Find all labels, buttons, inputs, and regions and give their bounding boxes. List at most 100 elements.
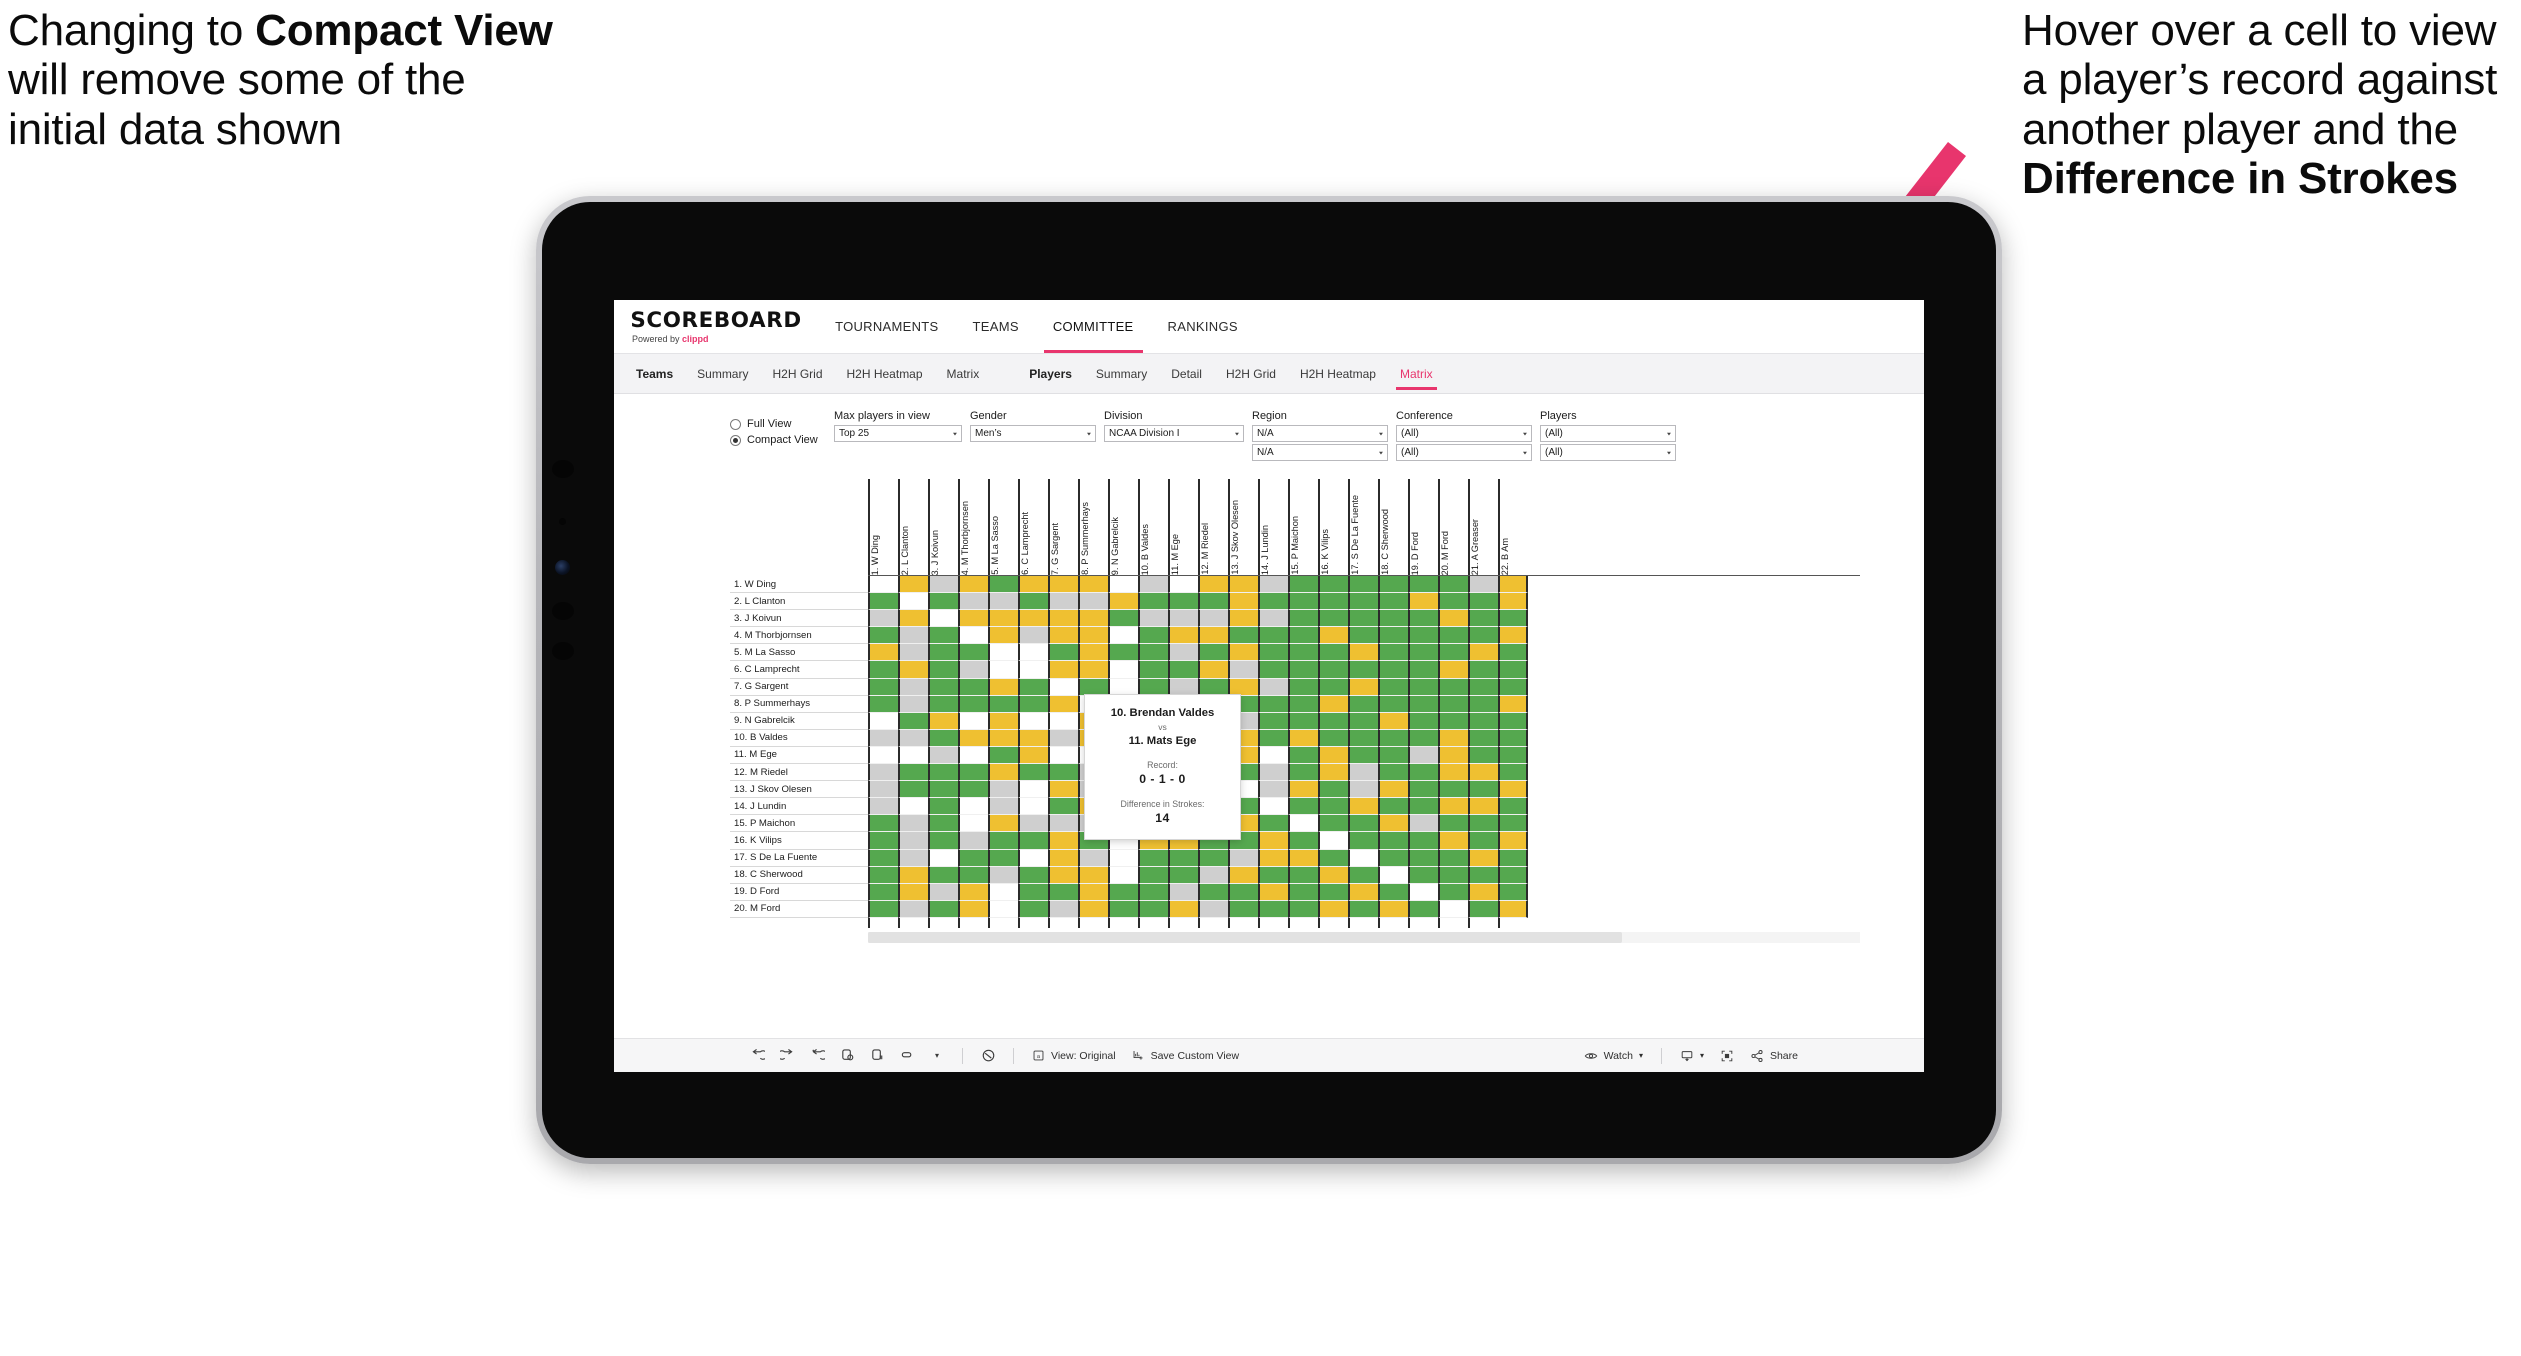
matrix-cell[interactable] — [1318, 661, 1348, 679]
matrix-cell[interactable] — [1258, 678, 1288, 696]
matrix-cell[interactable] — [1348, 815, 1378, 833]
matrix-cell[interactable] — [928, 746, 958, 765]
matrix-cell[interactable] — [1108, 627, 1138, 645]
matrix-cell[interactable] — [1048, 576, 1078, 594]
matrix-cell[interactable] — [868, 866, 898, 884]
matrix-cell[interactable] — [898, 832, 928, 850]
matrix-cell[interactable] — [1078, 849, 1108, 867]
matrix-cell[interactable] — [1438, 849, 1468, 867]
filter-conference-select[interactable]: (All) ▾ — [1396, 425, 1532, 442]
matrix-cell[interactable] — [988, 661, 1018, 679]
matrix-cell[interactable] — [988, 832, 1018, 850]
matrix-cell[interactable] — [1408, 764, 1438, 782]
revert-icon[interactable] — [802, 1039, 832, 1073]
matrix-cell[interactable] — [1048, 900, 1078, 918]
matrix-cell[interactable] — [958, 661, 988, 679]
matrix-cell[interactable] — [1348, 900, 1378, 918]
matrix-cell[interactable] — [1288, 900, 1318, 918]
matrix-cell[interactable] — [1318, 678, 1348, 696]
matrix-cell[interactable] — [1468, 781, 1498, 799]
matrix-cell[interactable] — [1288, 849, 1318, 867]
matrix-cell[interactable] — [1258, 729, 1288, 747]
matrix-cell[interactable] — [1138, 610, 1168, 628]
matrix-cell[interactable] — [1048, 678, 1078, 696]
matrix-cell[interactable] — [1348, 849, 1378, 867]
matrix-cell[interactable] — [1258, 746, 1288, 765]
matrix-cell[interactable] — [1288, 695, 1318, 713]
matrix-cell[interactable] — [1498, 815, 1528, 833]
matrix-cell[interactable] — [868, 678, 898, 696]
matrix-cell[interactable] — [1048, 764, 1078, 782]
matrix-cell[interactable] — [898, 764, 928, 782]
matrix-cell[interactable] — [1018, 815, 1048, 833]
matrix-cell[interactable] — [1438, 781, 1468, 799]
matrix-cell[interactable] — [1378, 832, 1408, 850]
matrix-cell[interactable] — [1498, 593, 1528, 611]
matrix-cell[interactable] — [1438, 661, 1468, 679]
matrix-cell[interactable] — [1468, 883, 1498, 901]
matrix-cell[interactable] — [958, 644, 988, 662]
matrix-cell[interactable] — [1408, 695, 1438, 713]
matrix-cell[interactable] — [1228, 900, 1258, 918]
matrix-cell[interactable] — [928, 764, 958, 782]
filter-division-select[interactable]: NCAA Division I ▾ — [1104, 425, 1244, 442]
matrix-cell[interactable] — [1288, 661, 1318, 679]
matrix-cell[interactable] — [988, 764, 1018, 782]
matrix-cell[interactable] — [1018, 712, 1048, 730]
matrix-cell[interactable] — [958, 883, 988, 901]
matrix-cell[interactable] — [1348, 832, 1378, 850]
highlight-icon[interactable] — [892, 1039, 922, 1073]
matrix-cell[interactable] — [928, 593, 958, 611]
matrix-cell[interactable] — [1348, 644, 1378, 662]
matrix-cell[interactable] — [1438, 593, 1468, 611]
matrix-cell[interactable] — [1378, 883, 1408, 901]
matrix-cell[interactable] — [1408, 729, 1438, 747]
fullscreen-icon[interactable] — [1712, 1039, 1742, 1073]
matrix-cell[interactable] — [1288, 815, 1318, 833]
matrix-cell[interactable] — [1468, 644, 1498, 662]
matrix-cell[interactable] — [928, 900, 958, 918]
matrix-cell[interactable] — [1138, 866, 1168, 884]
matrix-cell[interactable] — [1228, 883, 1258, 901]
matrix-cell[interactable] — [1018, 764, 1048, 782]
matrix-cell[interactable] — [1168, 576, 1198, 594]
matrix-cell[interactable] — [868, 764, 898, 782]
matrix-cell[interactable] — [1318, 593, 1348, 611]
matrix-cell[interactable] — [1468, 678, 1498, 696]
matrix-cell[interactable] — [1048, 883, 1078, 901]
matrix-cell[interactable] — [868, 883, 898, 901]
matrix-cell[interactable] — [958, 764, 988, 782]
matrix-cell[interactable] — [1498, 712, 1528, 730]
matrix-cell[interactable] — [1438, 798, 1468, 816]
matrix-cell[interactable] — [1498, 900, 1528, 918]
matrix-cell[interactable] — [988, 627, 1018, 645]
matrix-cell[interactable] — [898, 695, 928, 713]
redo-icon[interactable] — [772, 1039, 802, 1073]
matrix-cell[interactable] — [1048, 866, 1078, 884]
scrollbar-thumb[interactable] — [868, 931, 1622, 943]
matrix-cell[interactable] — [1348, 798, 1378, 816]
matrix-cell[interactable] — [1258, 866, 1288, 884]
matrix-cell[interactable] — [1048, 729, 1078, 747]
matrix-cell[interactable] — [1108, 883, 1138, 901]
matrix-cell[interactable] — [1168, 866, 1198, 884]
matrix-cell[interactable] — [1258, 900, 1288, 918]
matrix-cell[interactable] — [928, 832, 958, 850]
matrix-cell[interactable] — [898, 610, 928, 628]
device-preview-button[interactable]: ▾ — [1672, 1049, 1712, 1063]
matrix-cell[interactable] — [1378, 610, 1408, 628]
matrix-cell[interactable] — [1048, 610, 1078, 628]
topnav-tournaments[interactable]: TOURNAMENTS — [818, 300, 955, 353]
matrix-cell[interactable] — [1138, 644, 1168, 662]
matrix-cell[interactable] — [1048, 644, 1078, 662]
matrix-cell[interactable] — [868, 781, 898, 799]
matrix-cell[interactable] — [1168, 610, 1198, 628]
matrix-cell[interactable] — [928, 849, 958, 867]
filter-region-select-2[interactable]: N/A ▾ — [1252, 444, 1388, 461]
matrix-cell[interactable] — [1318, 610, 1348, 628]
matrix-cell[interactable] — [1288, 866, 1318, 884]
matrix-cell[interactable] — [1468, 798, 1498, 816]
matrix-cell[interactable] — [1378, 644, 1408, 662]
matrix-cell[interactable] — [1108, 610, 1138, 628]
matrix-cell[interactable] — [868, 832, 898, 850]
